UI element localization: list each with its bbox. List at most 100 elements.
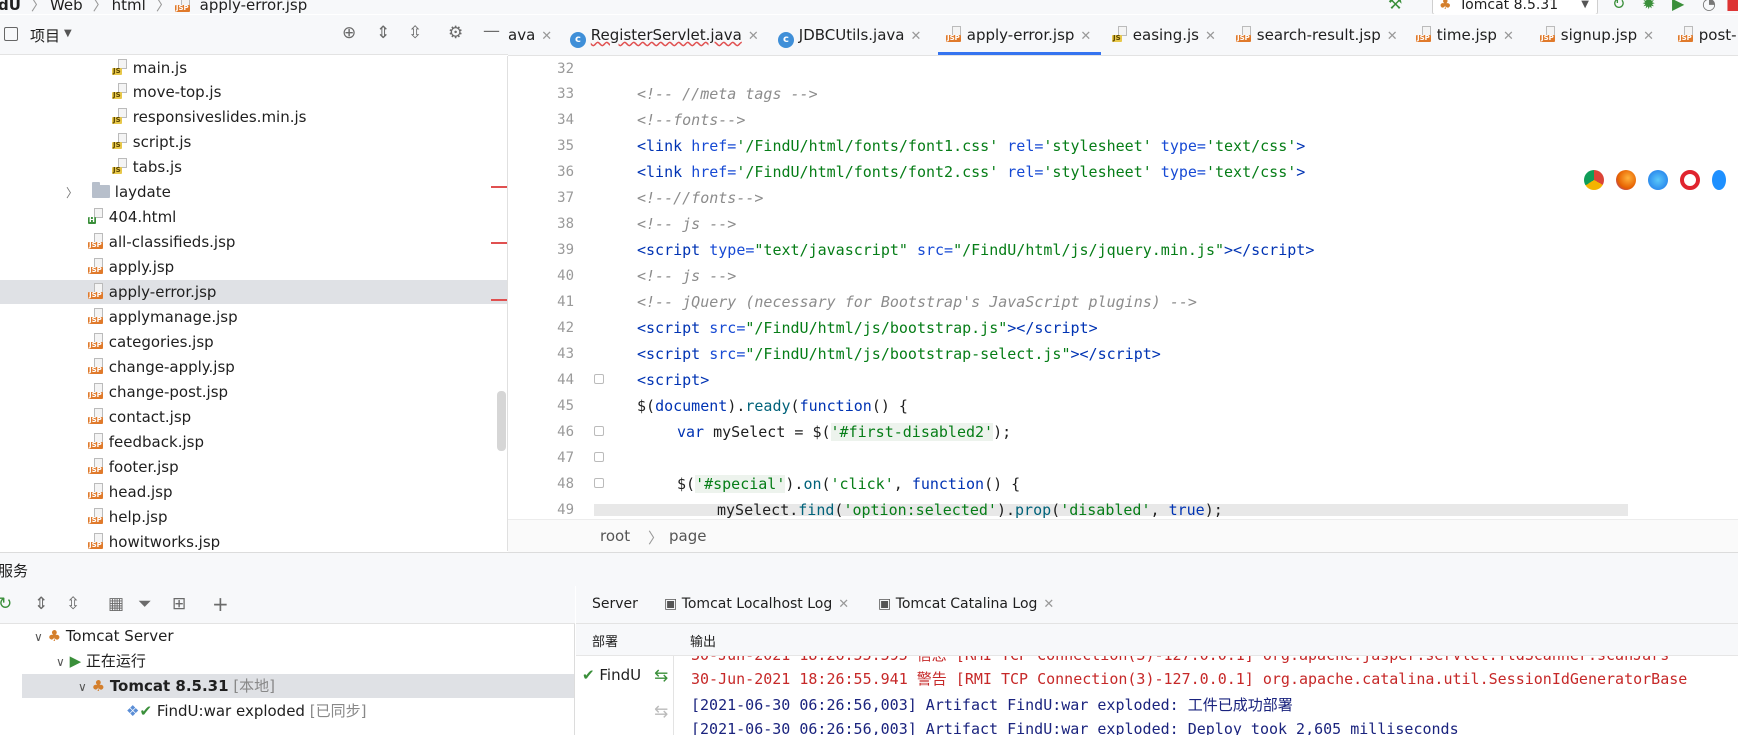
chevron-down-icon[interactable]: ∨	[56, 655, 65, 669]
tree-item[interactable]: JSP all-classifieds.jsp	[88, 230, 235, 254]
editor-tab[interactable]: ava ✕	[508, 15, 552, 55]
tree-item[interactable]: JSP howitworks.jsp	[88, 530, 220, 551]
tab-catalina-log[interactable]: ▣ Tomcat Catalina Log ✕	[878, 586, 1054, 623]
breadcrumb-item[interactable]: html	[112, 0, 146, 14]
new-tab-icon[interactable]: ⊞	[172, 594, 186, 614]
close-icon[interactable]: ✕	[748, 29, 759, 44]
tree-folder[interactable]: 〉 laydate	[66, 180, 171, 204]
tree-item[interactable]: H 404.html	[88, 205, 176, 229]
collapse-all-icon[interactable]: ⇳	[66, 594, 80, 614]
group-icon[interactable]: ▦	[108, 594, 124, 614]
log-output[interactable]: 30-Jun-2021 18:26:55.595 信息 [RMI TCP Con…	[675, 656, 1738, 735]
tree-item[interactable]: JSP feedback.jsp	[88, 430, 204, 454]
opera-icon[interactable]	[1680, 170, 1700, 190]
chrome-icon[interactable]	[1584, 170, 1604, 190]
close-icon[interactable]: ✕	[1080, 29, 1091, 44]
undeploy-icon[interactable]: ⇆	[654, 702, 668, 722]
tree-item[interactable]: JSP footer.jsp	[88, 455, 179, 479]
tree-node-server[interactable]: ∨ ♣ Tomcat Server	[34, 624, 174, 648]
breadcrumb-item[interactable]: apply-error.jsp	[200, 0, 308, 14]
jsp-file-icon: JSP	[88, 308, 104, 324]
tree-item-label: laydate	[114, 183, 171, 201]
tree-item-selected[interactable]: JSP apply-error.jsp	[0, 280, 507, 304]
tree-item[interactable]: JSP categories.jsp	[88, 330, 214, 354]
locate-target-icon[interactable]: ⊕	[342, 23, 356, 43]
build-hammer-icon[interactable]: ⚒	[1388, 0, 1402, 13]
tree-item[interactable]: JSP head.jsp	[88, 480, 173, 504]
chevron-down-icon[interactable]: ▼	[64, 28, 72, 39]
tree-item[interactable]: JSP change-post.jsp	[88, 380, 228, 404]
debug-bug-icon[interactable]: ✹	[1642, 0, 1655, 13]
jsp-file-icon: JSP	[88, 483, 104, 499]
breadcrumb-item[interactable]: Web	[50, 0, 83, 14]
filter-icon[interactable]: ⏷	[138, 594, 152, 614]
stop-icon[interactable]: ■	[1726, 0, 1738, 13]
code-editor[interactable]: <!-- //meta tags --> <!--fonts--> <link …	[594, 56, 1738, 519]
tree-node-instance[interactable]: ∨ ♣ Tomcat 8.5.31 [本地]	[22, 674, 574, 698]
expand-all-icon[interactable]: ⇕	[34, 594, 48, 614]
chevron-down-icon[interactable]: ∨	[34, 630, 43, 644]
tree-node-artifact[interactable]: ❖✔ FindU:war exploded [已同步]	[126, 699, 366, 723]
fold-marker-icon[interactable]	[594, 426, 604, 436]
editor-tab[interactable]: JSP post-	[1678, 15, 1737, 55]
tree-item[interactable]: JS script.js	[112, 130, 191, 154]
tree-item[interactable]: JSP apply.jsp	[88, 255, 174, 279]
close-icon[interactable]: ✕	[1205, 29, 1216, 44]
refresh-icon[interactable]: ↻	[0, 594, 12, 614]
deploy-icon[interactable]: ⇆	[654, 666, 668, 686]
tab-server[interactable]: Server	[592, 586, 638, 623]
editor-tab[interactable]: JS easing.js ✕	[1112, 15, 1216, 55]
profile-icon[interactable]: ◔	[1702, 0, 1716, 13]
editor-tab[interactable]: c RegisterServlet.java ✕	[570, 15, 759, 55]
run-config-selector[interactable]: ♣ Tomcat 8.5.31 ▼	[1432, 0, 1598, 14]
chevron-down-icon[interactable]: ∨	[78, 680, 87, 694]
coverage-icon[interactable]: ▶	[1672, 0, 1684, 13]
gear-icon[interactable]: ⚙	[448, 23, 463, 43]
editor-tab-active[interactable]: JSP apply-error.jsp ✕	[938, 15, 1102, 55]
tree-node-running[interactable]: ∨ ▶ 正在运行	[56, 649, 146, 673]
breadcrumb-bar: dU 〉 Web 〉 html 〉 JSP apply-error.jsp ⚒ ♣ Tomc…	[0, 0, 1738, 14]
close-icon[interactable]: ✕	[838, 597, 849, 612]
fold-marker-icon[interactable]	[594, 478, 604, 488]
tree-item[interactable]: JSP applymanage.jsp	[88, 305, 238, 329]
tree-item[interactable]: JS main.js	[112, 56, 187, 80]
project-panel-title[interactable]: 项目	[30, 25, 60, 46]
add-icon[interactable]: +	[212, 592, 229, 616]
editor-tab[interactable]: JSP time.jsp ✕	[1416, 15, 1514, 55]
chevron-right-icon[interactable]: 〉	[66, 186, 78, 200]
close-icon[interactable]: ✕	[1503, 29, 1514, 44]
tree-item[interactable]: JSP change-apply.jsp	[88, 355, 235, 379]
jsp-file-icon: JSP	[1416, 26, 1432, 42]
tree-item-label: apply-error.jsp	[108, 283, 217, 301]
deployment-item[interactable]: ✔ FindU	[582, 666, 641, 684]
tree-item[interactable]: JSP help.jsp	[88, 505, 167, 529]
close-icon[interactable]: ✕	[541, 29, 552, 44]
close-icon[interactable]: ✕	[1043, 597, 1054, 612]
close-icon[interactable]: ✕	[1387, 29, 1398, 44]
fold-marker-icon[interactable]	[594, 452, 604, 462]
scrollbar-thumb[interactable]	[497, 391, 506, 451]
safari-icon[interactable]	[1648, 170, 1668, 190]
minimize-icon[interactable]: —	[483, 21, 500, 41]
firefox-icon[interactable]	[1616, 170, 1636, 190]
tree-item[interactable]: JS tabs.js	[112, 155, 182, 179]
expand-all-icon[interactable]: ⇕	[376, 23, 390, 43]
output-header: 输出	[690, 635, 717, 650]
editor-tab[interactable]: JSP signup.jsp ✕	[1540, 15, 1654, 55]
run-config-label: Tomcat 8.5.31	[1459, 0, 1559, 13]
path-item[interactable]: root	[600, 527, 630, 545]
tree-item[interactable]: JS responsiveslides.min.js	[112, 105, 306, 129]
breadcrumb-item[interactable]: dU	[0, 0, 21, 14]
tab-localhost-log[interactable]: ▣ Tomcat Localhost Log ✕	[664, 586, 849, 623]
collapse-all-icon[interactable]: ⇳	[408, 23, 422, 43]
rerun-icon[interactable]: ↻	[1612, 0, 1625, 13]
editor-tab[interactable]: c JDBCUtils.java ✕	[778, 15, 921, 55]
path-item[interactable]: page	[669, 527, 706, 545]
tree-item[interactable]: JSP contact.jsp	[88, 405, 191, 429]
close-icon[interactable]: ✕	[1643, 29, 1654, 44]
editor-tab[interactable]: JSP search-result.jsp ✕	[1236, 15, 1398, 55]
tree-item[interactable]: JS move-top.js	[112, 80, 221, 104]
fold-marker-icon[interactable]	[594, 374, 604, 384]
edge-icon[interactable]	[1712, 170, 1726, 190]
close-icon[interactable]: ✕	[910, 29, 921, 44]
